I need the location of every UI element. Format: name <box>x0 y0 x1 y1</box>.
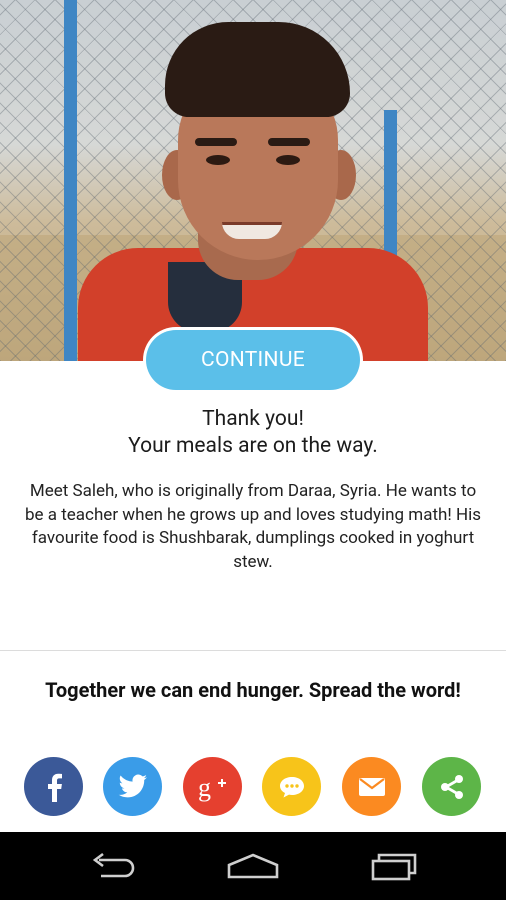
share-button[interactable] <box>422 757 481 816</box>
photo-mouth <box>222 222 282 239</box>
chat-bubble-icon <box>279 776 304 797</box>
twitter-icon <box>118 774 147 797</box>
facebook-icon <box>47 773 62 802</box>
envelope-icon <box>358 777 385 796</box>
back-icon <box>92 852 135 878</box>
back-button[interactable] <box>84 846 140 886</box>
recent-apps-button[interactable] <box>366 846 422 886</box>
photo-eye <box>276 155 300 165</box>
photo-brow <box>268 138 310 146</box>
fence-post <box>64 0 77 361</box>
home-button[interactable] <box>224 846 282 886</box>
hero-photo <box>0 0 506 361</box>
message-share-button[interactable] <box>262 757 321 816</box>
continue-button-wrapper: CONTINUE <box>143 327 363 393</box>
email-share-button[interactable] <box>342 757 401 816</box>
share-buttons: g <box>0 757 506 817</box>
home-icon <box>227 853 279 879</box>
spread-the-word-text: Together we can end hunger. Spread the w… <box>45 678 461 702</box>
photo-eye <box>206 155 230 165</box>
google-plus-share-button[interactable]: g <box>183 757 242 816</box>
recent-apps-icon <box>371 853 417 881</box>
facebook-share-button[interactable] <box>24 757 83 816</box>
photo-brow <box>195 138 237 146</box>
thank-you-heading: Thank you! <box>202 407 304 431</box>
twitter-share-button[interactable] <box>103 757 162 816</box>
google-plus-icon: g <box>198 773 226 802</box>
meals-on-way-text: Your meals are on the way. <box>128 434 378 458</box>
share-icon <box>440 774 463 799</box>
continue-button[interactable]: CONTINUE <box>146 330 360 390</box>
section-divider <box>0 650 506 651</box>
beneficiary-story: Meet Saleh, who is originally from Daraa… <box>24 481 482 572</box>
svg-text:g: g <box>198 773 211 802</box>
photo-hair <box>165 22 350 117</box>
system-navigation-bar <box>0 832 506 900</box>
